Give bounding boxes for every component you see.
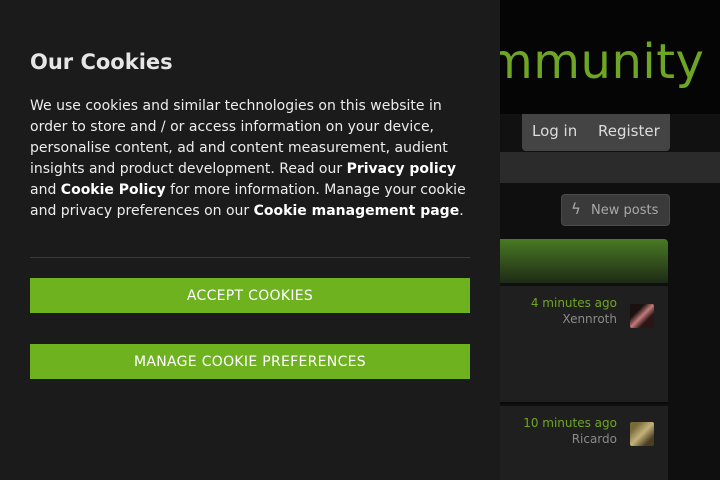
accept-cookies-button[interactable]: ACCEPT COOKIES: [30, 278, 470, 313]
avatar[interactable]: [630, 422, 654, 446]
thread-user[interactable]: Ricardo: [572, 432, 617, 446]
cookie-management-link[interactable]: Cookie management page: [254, 203, 460, 219]
page: mmunity Log in Register ϟ New posts 4 mi…: [0, 0, 720, 480]
new-posts-label: New posts: [591, 203, 659, 218]
site-logo[interactable]: mmunity: [486, 32, 704, 92]
cookie-consent-panel: Our Cookies We use cookies and similar t…: [0, 0, 500, 480]
login-link[interactable]: Log in: [532, 122, 577, 140]
cookie-text: .: [459, 203, 464, 219]
divider: [30, 257, 470, 258]
cookie-description: We use cookies and similar technologies …: [30, 96, 472, 222]
cookie-title: Our Cookies: [30, 50, 173, 74]
thread-time[interactable]: 10 minutes ago: [523, 416, 617, 430]
manage-cookie-preferences-button[interactable]: MANAGE COOKIE PREFERENCES: [30, 344, 470, 379]
avatar[interactable]: [630, 304, 654, 328]
new-posts-button[interactable]: ϟ New posts: [561, 194, 670, 226]
account-nav: Log in Register: [522, 114, 670, 151]
cookie-policy-link[interactable]: Cookie Policy: [61, 182, 166, 198]
thread-time[interactable]: 4 minutes ago: [531, 296, 617, 310]
cookie-text: and: [30, 182, 61, 198]
thread-user[interactable]: Xennroth: [562, 312, 617, 326]
privacy-policy-link[interactable]: Privacy policy: [347, 161, 457, 177]
register-link[interactable]: Register: [598, 122, 660, 140]
bolt-icon: ϟ: [571, 200, 581, 218]
